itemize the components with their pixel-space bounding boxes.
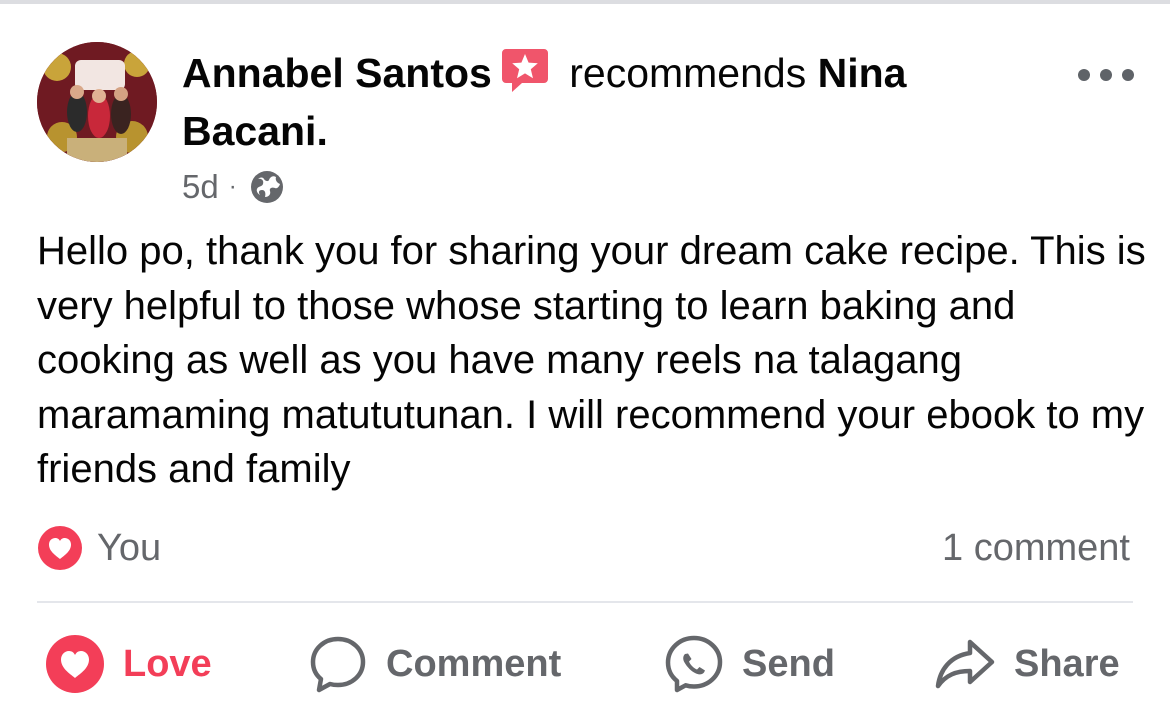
reaction-summary[interactable]: You [37, 524, 161, 572]
send-button[interactable]: Send [664, 629, 835, 699]
comment-button[interactable]: Comment [308, 629, 561, 699]
heart-icon [46, 635, 104, 693]
post-time[interactable]: 5d [182, 168, 219, 206]
share-label: Share [1014, 642, 1120, 685]
share-button[interactable]: Share [934, 629, 1120, 699]
actions-divider [37, 601, 1133, 603]
messenger-icon [665, 635, 723, 693]
comment-bubble-icon [310, 636, 366, 693]
globe-icon[interactable] [249, 169, 285, 205]
recommends-verb: recommends [569, 50, 807, 96]
comment-label: Comment [386, 642, 562, 685]
share-arrow-icon [935, 639, 995, 689]
more-options-icon[interactable] [1078, 60, 1134, 90]
heart-icon [38, 526, 82, 570]
send-label: Send [742, 642, 835, 685]
meta-separator: · [228, 173, 237, 200]
post-header: Annabel Santos recommends Nina Bacani. [182, 44, 1062, 160]
recommend-star-badge-icon [500, 45, 550, 95]
post-body-text: Hello po, thank you for sharing your dre… [37, 229, 1146, 491]
love-button[interactable]: Love [45, 629, 212, 699]
reactions-label: You [97, 526, 162, 569]
post-actions-bar: Love Comment Send Share [0, 629, 1170, 699]
author-name[interactable]: Annabel Santos [182, 50, 492, 96]
love-label: Love [123, 642, 212, 685]
post-meta: 5d · [182, 167, 285, 207]
comments-count[interactable]: 1 comment [942, 524, 1130, 572]
avatar[interactable] [37, 42, 157, 162]
post-card: Annabel Santos recommends Nina Bacani. 5… [0, 4, 1170, 717]
